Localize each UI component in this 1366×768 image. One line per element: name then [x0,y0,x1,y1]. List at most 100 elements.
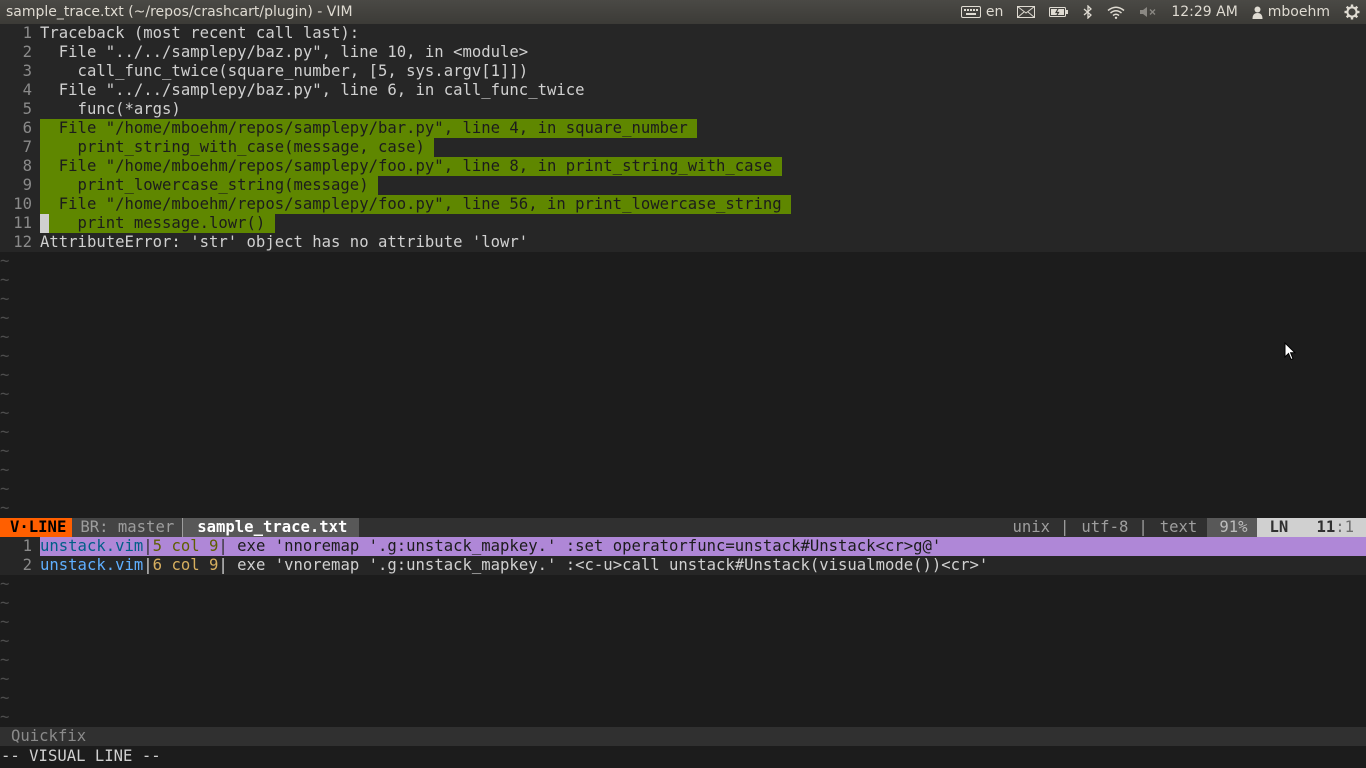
empty-line-tilde: ~ [0,575,10,593]
empty-line-tilde: ~ [0,613,10,631]
line-number: 11 [13,214,32,232]
buffer-line[interactable]: 2 File "../../samplepy/baz.py", line 10,… [0,43,1366,62]
quickfix-text: exe 'vnoremap '.g:unstack_mapkey.' :<c-u… [227,556,989,574]
quickfix-separator: | [143,556,153,574]
quickfix-entry[interactable]: 1 unstack.vim | 5 col 9 | exe 'nnoremap '.g:… [0,537,1366,556]
line-text: print_string_with_case(message, case) [40,138,435,157]
line-text: File "/home/mboehm/repos/samplepy/foo.py… [40,157,782,176]
mouse-pointer-icon [1284,341,1297,365]
buffer-line[interactable]: 5 func(*args) [0,100,1366,119]
line-number: 3 [22,62,32,80]
empty-line-tilde: ~ [0,366,10,384]
quickfix-empty-lines: ~ ~ ~ ~ ~ ~ ~ ~ [0,575,1366,727]
empty-line-tilde: ~ [0,290,10,308]
line-number: 12 [13,233,32,251]
empty-line-tilde: ~ [0,480,10,498]
empty-line-tilde: ~ [0,385,10,403]
quickfix-window[interactable]: 1 unstack.vim | 5 col 9 | exe 'nnoremap '.g:… [0,537,1366,727]
empty-line-tilde: ~ [0,632,10,650]
line-number: 7 [22,138,32,156]
system-tray: en 12:29 AM mboehm [947,0,1366,24]
buffer-line[interactable]: 12 AttributeError: 'str' object has no at… [0,233,1366,252]
buffer-line[interactable]: 9 print_lowercase_string(message) [0,176,1366,195]
quickfix-text: exe 'nnoremap '.g:unstack_mapkey.' :set … [227,537,942,555]
line-text: File "../../samplepy/baz.py", line 10, i… [40,43,529,61]
empty-line-tilde: ~ [0,670,10,688]
line-number: 2 [0,556,40,575]
network-indicator[interactable] [1107,0,1125,24]
quickfix-separator: | [218,556,228,574]
empty-line-tilde: ~ [0,442,10,460]
wifi-icon [1107,6,1125,19]
buffer-window[interactable]: 1 Traceback (most recent call last): 2 Fil… [0,24,1366,252]
gear-icon [1344,4,1360,20]
line-number: 8 [22,157,32,175]
buffer-line[interactable]: 1 Traceback (most recent call last): [0,24,1366,43]
system-top-bar: sample_trace.txt (~/repos/crashcart/plug… [0,0,1366,24]
statusline-separator: | [1060,518,1070,537]
buffer-line[interactable]: 6 File "/home/mboehm/repos/samplepy/bar.… [0,119,1366,138]
session-menu[interactable] [1344,0,1360,24]
line-text: print message.lowr() [40,214,275,233]
buffer-line[interactable]: 8 File "/home/mboehm/repos/samplepy/foo.… [0,157,1366,176]
empty-line-tilde: ~ [0,499,10,517]
buffer-lines[interactable]: 1 Traceback (most recent call last): 2 Fil… [0,24,1366,252]
quickfix-entry[interactable]: 2 unstack.vim | 6 col 9 | exe 'vnoremap '.g:… [0,556,1366,575]
scroll-percent: 91% [1207,518,1258,537]
quickfix-position: 5 col 9 [152,537,219,555]
empty-line-tilde: ~ [0,689,10,707]
buffer-line[interactable]: 10 File "/home/mboehm/repos/samplepy/foo… [0,195,1366,214]
empty-line-tilde: ~ [0,347,10,365]
cursor-line: 11 [1316,518,1336,536]
empty-line-tilde: ~ [0,271,10,289]
bluetooth-icon [1083,5,1093,19]
quickfix-separator: | [143,537,153,555]
battery-icon [1049,6,1069,18]
empty-line-tilde: ~ [0,594,10,612]
user-menu[interactable]: mboehm [1252,0,1330,24]
ln-label: LN [1269,518,1289,536]
keyboard-indicator[interactable]: en [960,0,1004,24]
line-text: call_func_twice(square_number, [5, sys.a… [40,62,529,80]
battery-indicator[interactable] [1049,0,1069,24]
clock-time: 12:29 AM [1171,4,1238,20]
mail-indicator[interactable] [1017,0,1036,24]
buffer-line[interactable]: 3 call_func_twice(square_number, [5, sys… [0,62,1366,81]
file-name: sample_trace.txt [183,518,360,537]
keyboard-layout-label: en [985,4,1004,20]
buffer-line[interactable]: 4 File "../../samplepy/baz.py", line 6, … [0,81,1366,100]
empty-line-tilde: ~ [0,328,10,346]
statusline-fill [359,518,1001,537]
line-number: 1 [22,24,32,42]
line-number: 5 [22,100,32,118]
empty-line-tilde: ~ [0,708,10,726]
empty-line-tilde: ~ [0,404,10,422]
file-encoding: utf-8 [1069,518,1139,537]
statusline: V·LINE BR: master sample_trace.txt unix … [0,518,1366,537]
cursor [40,214,49,233]
command-line[interactable]: -- VISUAL LINE -- [0,746,1366,766]
empty-line-tilde: ~ [0,461,10,479]
window-title: sample_trace.txt (~/repos/crashcart/plug… [6,4,353,20]
cursor-position: LN 11:1 [1257,518,1366,537]
user-name: mboehm [1267,4,1330,20]
sound-indicator[interactable] [1139,0,1157,24]
line-number: 4 [22,81,32,99]
empty-line-tilde: ~ [0,309,10,327]
keyboard-icon [960,6,981,18]
line-text: func(*args) [40,100,181,118]
line-text: File "/home/mboehm/repos/samplepy/bar.py… [40,119,698,138]
user-icon [1252,6,1263,19]
line-text: File "../../samplepy/baz.py", line 6, in… [40,81,585,99]
empty-line-tilde: ~ [0,651,10,669]
quickfix-list[interactable]: 1 unstack.vim | 5 col 9 | exe 'nnoremap '.g:… [0,537,1366,575]
quickfix-file: unstack.vim [40,556,144,574]
vim-editor[interactable]: 1 Traceback (most recent call last): 2 Fil… [0,24,1366,766]
quickfix-statusline: Quickfix [0,727,1366,746]
bluetooth-indicator[interactable] [1083,0,1093,24]
buffer-line[interactable]: 11 print message.lowr() [0,214,1366,233]
quickfix-separator: | [218,537,228,555]
buffer-line[interactable]: 7 print_string_with_case(message, case) [0,138,1366,157]
mail-icon [1017,6,1036,18]
clock[interactable]: 12:29 AM [1171,0,1237,24]
